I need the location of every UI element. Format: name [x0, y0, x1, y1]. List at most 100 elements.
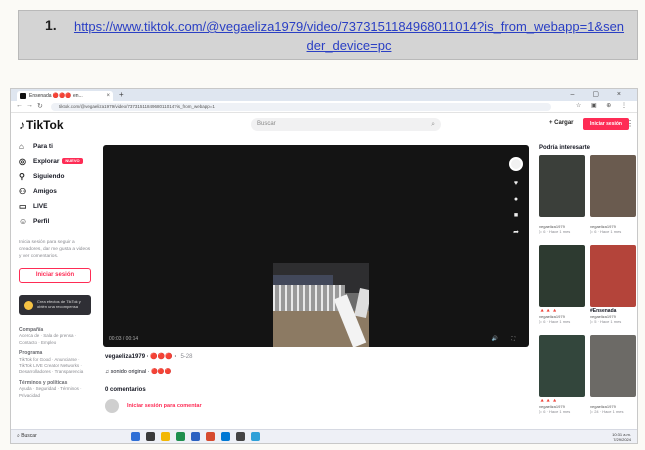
video-frame [273, 263, 369, 347]
card-meta: ▷ 6 · Hace 1 mes [539, 319, 571, 324]
sidebar-footer: Compañía Acerca de · Sala de prensa · Con… [19, 327, 91, 399]
suggested-video-card[interactable]: vegaeliza1979 ▷ 6 · Hace 1 mes [539, 155, 585, 241]
tiktok-header: ♪TikTok Buscar ⌕ + Cargar Iniciar sesión… [11, 113, 637, 137]
taskbar-apps [131, 432, 260, 441]
video-thumbnail[interactable] [539, 245, 585, 307]
taskbar-app-icon[interactable] [206, 432, 215, 441]
sidebar-item-label: LIVE [33, 203, 48, 210]
sidebar-item-live[interactable]: ▭ LIVE [11, 199, 97, 214]
item-number: 1. [45, 17, 57, 33]
creator-avatar[interactable] [509, 157, 523, 171]
footer-links[interactable]: Acerca de · Sala de prensa · Contacto · … [19, 333, 76, 344]
address-bar: ← → ↻ tiktok.com/@vegaeliza1979/video/73… [11, 101, 637, 113]
effects-promo-banner[interactable]: Crea efectos de TikTok y obtén una recom… [19, 295, 91, 315]
comments-header: 0 comentarios [105, 387, 146, 393]
video-thumbnail[interactable] [590, 155, 636, 217]
sidebar: ⌂ Para ti ◎ Explorar NUEVO ⚲ Siguiendo ⚇ Amigos ▭… [11, 139, 97, 431]
share-icon[interactable]: ➦ [505, 228, 527, 236]
bookmark-icon[interactable]: ■ [505, 212, 527, 219]
sidebar-item-label: Amigos [33, 188, 57, 195]
sidebar-item-siguiendo[interactable]: ⚲ Siguiendo [11, 169, 97, 184]
sidebar-item-explorar[interactable]: ◎ Explorar NUEVO [11, 154, 97, 169]
back-icon[interactable]: ← [16, 102, 23, 109]
tiktok-logo[interactable]: ♪TikTok [19, 118, 64, 132]
taskbar-app-icon[interactable] [221, 432, 230, 441]
upload-button[interactable]: + Cargar [549, 120, 574, 126]
sidebar-item-icon: ⌂ [19, 142, 24, 151]
video-thumbnail[interactable] [590, 245, 636, 307]
browser-toolbar-icons[interactable]: ☆ ▣ ⊕ ⋮ [576, 102, 631, 109]
suggested-header: Podría interesarte [539, 145, 591, 151]
browser-screenshot: Ensenada 🔴🔴🔴 en... × + – ▢ × ← → ↻ tikto… [10, 88, 638, 444]
sidebar-item-icon: ☺ [19, 217, 28, 226]
sidebar-item-icon: ⚲ [19, 172, 25, 181]
video-controls[interactable]: 🔊 ⛶ [492, 336, 521, 342]
suggested-video-card[interactable]: 🔺🔺🔺 vegaeliza1979 ▷ 6 · Hace 1 mes [539, 335, 585, 421]
sidebar-item-icon: ⚇ [19, 187, 27, 196]
taskbar-app-icon[interactable] [251, 432, 260, 441]
post-date: 5-28 [180, 354, 193, 360]
video-thumbnail[interactable] [539, 335, 585, 397]
window-controls[interactable]: – ▢ × [571, 90, 629, 98]
action-rail: ♥ ● ■ ➦ [505, 147, 527, 236]
browser-tab[interactable]: Ensenada 🔴🔴🔴 en... × [17, 91, 113, 101]
taskbar-app-icon[interactable] [191, 432, 200, 441]
sound-link[interactable]: ♫ sonido original · 🔴🔴🔴 [105, 369, 172, 375]
search-input[interactable]: Buscar ⌕ [251, 118, 441, 131]
suggested-video-card[interactable]: vegaeliza1979 ▷ 24 · Hace 1 mes [590, 335, 636, 421]
search-icon[interactable]: ⌕ [431, 118, 435, 131]
taskbar-search[interactable]: ⌕ Buscar [17, 433, 37, 439]
more-options-icon[interactable]: ⋮ [626, 119, 634, 128]
tab-title: Ensenada 🔴🔴🔴 en... [29, 93, 83, 99]
sidebar-item-label: Explorar [33, 158, 60, 165]
new-badge: NUEVO [62, 158, 83, 165]
sidebar-item-para-ti[interactable]: ⌂ Para ti [11, 139, 97, 154]
document-header: 1. https://www.tiktok.com/@vegaeliza1979… [18, 10, 638, 60]
video-thumbnail[interactable] [539, 155, 585, 217]
footer-links[interactable]: Ayuda · Seguridad · Términos · Privacida… [19, 386, 82, 397]
sidebar-item-label: Para ti [33, 143, 53, 150]
card-meta: ▷ 5 · Hace 1 mes [590, 319, 622, 324]
sidebar-item-perfil[interactable]: ☺ Perfil [11, 214, 97, 229]
comment-login-link[interactable]: Iniciar sesión para comentar [127, 403, 202, 409]
taskbar-app-icon[interactable] [236, 432, 245, 441]
video-author[interactable]: vegaeliza1979 · 🔴🔴🔴 · 5-28 [105, 353, 192, 360]
comment-icon[interactable]: ● [505, 196, 527, 203]
taskbar-app-icon[interactable] [131, 432, 140, 441]
card-meta: ▷ 6 · Hace 1 mes [590, 229, 622, 234]
footer-links[interactable]: TikTok for Good · Anunciarse · TikTok LI… [19, 357, 83, 375]
video-time: 00:03 / 00:14 [109, 336, 139, 342]
tiktok-favicon-icon [20, 93, 26, 99]
new-tab-button[interactable]: + [119, 90, 124, 99]
card-meta: ▷ 6 · Hace 1 mes [539, 229, 571, 234]
video-player[interactable]: 00:03 / 00:14 🔊 ⛶ [103, 145, 529, 347]
sidebar-login-hint: Inicia sesión para seguir a creadores, d… [19, 240, 91, 259]
suggested-videos: vegaeliza1979 ▷ 6 · Hace 1 mes vegaeliza19… [539, 155, 637, 421]
taskbar-app-icon[interactable] [146, 432, 155, 441]
source-url-link[interactable]: https://www.tiktok.com/@vegaeliza1979/vi… [71, 17, 627, 55]
reload-icon[interactable]: ↻ [37, 102, 43, 110]
video-thumbnail[interactable] [590, 335, 636, 397]
taskbar-app-icon[interactable] [176, 432, 185, 441]
sidebar-item-icon: ▭ [19, 202, 27, 211]
suggested-video-card[interactable]: 🔺🔺🔺 vegaeliza1979 ▷ 6 · Hace 1 mes [539, 245, 585, 331]
taskbar-app-icon[interactable] [161, 432, 170, 441]
suggested-video-card[interactable]: #Ensenada vegaeliza1979 ▷ 5 · Hace 1 mes [590, 245, 636, 331]
avatar [105, 399, 119, 413]
forward-icon[interactable]: → [26, 102, 33, 109]
like-icon[interactable]: ♥ [505, 180, 527, 187]
sidebar-login-button[interactable]: Iniciar sesión [19, 268, 91, 283]
suggested-video-card[interactable]: vegaeliza1979 ▷ 6 · Hace 1 mes [590, 155, 636, 241]
sidebar-item-label: Siguiendo [33, 173, 65, 180]
sidebar-item-label: Perfil [33, 218, 50, 225]
card-meta: ▷ 24 · Hace 1 mes [590, 409, 624, 414]
sidebar-item-amigos[interactable]: ⚇ Amigos [11, 184, 97, 199]
browser-tab-bar: Ensenada 🔴🔴🔴 en... × + – ▢ × [11, 89, 637, 101]
card-meta: ▷ 6 · Hace 1 mes [539, 409, 571, 414]
url-input[interactable]: tiktok.com/@vegaeliza1979/video/73731511… [51, 103, 551, 111]
comment-login-row: Iniciar sesión para comentar [105, 399, 305, 415]
tab-close-icon[interactable]: × [106, 91, 110, 101]
system-tray-clock[interactable]: 10:31 a.m. 7/29/2024 [612, 432, 631, 442]
login-button[interactable]: Iniciar sesión [583, 118, 629, 130]
tiktok-note-icon: ♪ [19, 118, 25, 132]
